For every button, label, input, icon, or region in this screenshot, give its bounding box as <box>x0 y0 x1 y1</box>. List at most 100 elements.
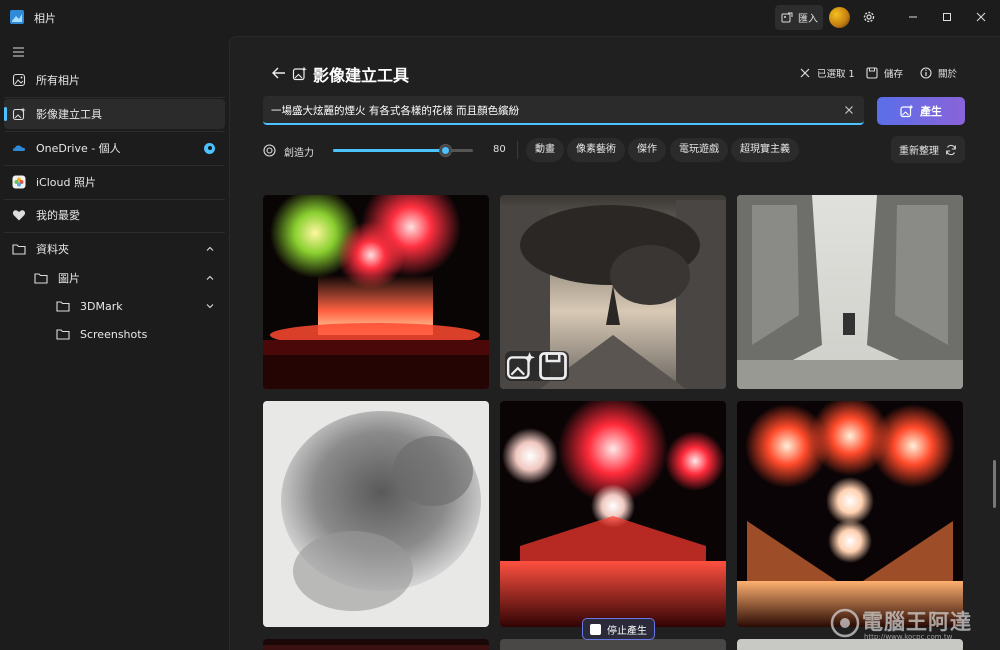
creativity-slider[interactable] <box>333 144 473 157</box>
sidebar-item-label: Screenshots <box>80 327 148 341</box>
generate-label: 產生 <box>920 105 942 118</box>
watermark-text: 電腦王阿達 <box>862 610 972 634</box>
folder-icon <box>12 244 26 255</box>
watermark-url: http://www.kocpc.com.tw <box>864 633 953 641</box>
sidebar-item-label: 所有相片 <box>36 74 80 87</box>
stop-generating-button[interactable]: 停止產生 <box>582 618 655 640</box>
divider <box>4 131 225 132</box>
folder-icon <box>34 273 48 284</box>
sidebar-item-label: iCloud 照片 <box>36 176 96 189</box>
style-chip-surrealism[interactable]: 超現實主義 <box>731 138 799 162</box>
generated-image-1[interactable] <box>263 195 489 389</box>
sidebar-item-label: 我的最愛 <box>36 209 80 222</box>
sidebar-item-image-creator[interactable]: 影像建立工具 <box>4 99 225 129</box>
sidebar-item-onedrive[interactable]: OneDrive - 個人 <box>4 133 225 163</box>
generated-image-8[interactable] <box>500 639 726 650</box>
sidebar-item-icloud[interactable]: iCloud 照片 <box>4 167 225 197</box>
sidebar-item-label: OneDrive - 個人 <box>36 142 121 155</box>
chevron-up-icon[interactable] <box>205 244 215 254</box>
folder-icon <box>56 301 70 312</box>
prompt-field[interactable] <box>263 96 864 125</box>
close-icon <box>800 68 810 78</box>
style-chip-video-game[interactable]: 電玩遊戲 <box>670 138 728 162</box>
photo-icon <box>12 73 26 87</box>
generated-image-5[interactable] <box>500 401 726 627</box>
save-button[interactable]: 儲存 <box>866 66 903 80</box>
image-sparkle-icon <box>900 104 914 118</box>
generated-image-6[interactable] <box>737 401 963 627</box>
image-creator-icon <box>12 107 26 121</box>
sync-status-badge <box>204 142 215 154</box>
generated-image-3[interactable] <box>737 195 963 389</box>
icloud-photos-icon <box>12 175 26 189</box>
photos-app-icon <box>10 10 24 24</box>
save-label: 儲存 <box>884 69 904 80</box>
user-avatar[interactable] <box>829 7 850 28</box>
sidebar-item-screenshots[interactable]: Screenshots <box>4 319 225 349</box>
generate-button[interactable]: 產生 <box>877 97 965 125</box>
chevron-up-icon[interactable] <box>205 273 215 283</box>
divider <box>4 165 225 166</box>
creativity-value: 80 <box>493 144 506 155</box>
deselect-button[interactable]: 已選取 1 <box>799 66 855 80</box>
sidebar-item-favorites[interactable]: 我的最愛 <box>4 200 225 230</box>
sidebar-item-folders[interactable]: 資料夾 <box>4 234 225 264</box>
style-chip-pixel-art[interactable]: 像素藝術 <box>567 138 625 162</box>
close-window-button[interactable] <box>974 10 988 24</box>
image-creator-icon <box>292 66 307 81</box>
sidebar: 所有相片 影像建立工具 OneDrive - 個人 iCloud 照片 我的最愛… <box>0 34 230 650</box>
image-creator-icon[interactable] <box>505 351 537 381</box>
sidebar-item-all-photos[interactable]: 所有相片 <box>4 65 225 95</box>
image-creator-panel: 影像建立工具 已選取 1 儲存 關於 產生 創造力 <box>229 36 1000 650</box>
divider <box>4 97 225 98</box>
minimize-icon <box>909 16 917 18</box>
creativity-icon <box>263 144 276 157</box>
gear-icon[interactable] <box>862 10 876 24</box>
app-title: 相片 <box>34 12 56 25</box>
generated-image-7[interactable] <box>263 639 489 650</box>
close-icon <box>976 12 986 22</box>
clear-icon[interactable] <box>844 105 854 115</box>
creativity-slider-thumb[interactable] <box>438 144 452 157</box>
save-icon <box>866 67 878 79</box>
sidebar-item-label: 圖片 <box>58 272 80 285</box>
watermark-logo-icon <box>830 608 860 638</box>
scrollbar-thumb[interactable] <box>993 460 996 508</box>
creativity-slider-fill <box>333 149 445 152</box>
about-button[interactable]: 關於 <box>920 66 957 80</box>
style-chip-anime[interactable]: 動畫 <box>526 138 564 162</box>
maximize-button[interactable] <box>940 10 954 24</box>
sidebar-item-3dmark[interactable]: 3DMark <box>4 291 225 321</box>
stop-icon <box>590 623 601 635</box>
sidebar-item-pictures[interactable]: 圖片 <box>4 263 225 293</box>
page-title: 影像建立工具 <box>313 66 410 85</box>
watermark: 電腦王阿達 http://www.kocpc.com.tw <box>828 600 996 646</box>
divider <box>4 232 225 233</box>
hamburger-menu-icon[interactable] <box>12 46 26 58</box>
back-arrow-icon[interactable] <box>271 65 287 81</box>
onedrive-cloud-icon <box>13 145 25 151</box>
divider <box>517 141 518 159</box>
import-label: 匯入 <box>798 14 818 25</box>
generated-image-2[interactable] <box>500 195 726 389</box>
style-chip-masterpiece[interactable]: 傑作 <box>628 138 666 162</box>
chevron-down-icon[interactable] <box>205 301 215 311</box>
refresh-button[interactable]: 重新整理 <box>891 136 965 163</box>
about-label: 關於 <box>938 69 958 80</box>
folder-icon <box>56 329 70 340</box>
maximize-icon <box>943 13 951 21</box>
prompt-input[interactable] <box>271 100 831 120</box>
stop-label: 停止產生 <box>607 625 647 637</box>
import-button[interactable]: 匯入 <box>775 5 823 30</box>
creativity-label: 創造力 <box>284 148 314 159</box>
minimize-button[interactable] <box>906 10 920 24</box>
sidebar-item-label: 3DMark <box>80 299 123 313</box>
sidebar-item-label: 影像建立工具 <box>36 108 102 121</box>
save-icon[interactable] <box>537 351 569 381</box>
image-hover-actions <box>505 351 569 381</box>
selected-count-label: 已選取 1 <box>817 69 855 80</box>
generated-image-4[interactable] <box>263 401 489 627</box>
refresh-icon <box>946 144 956 155</box>
title-bar: 相片 匯入 <box>0 0 1000 34</box>
heart-icon <box>12 210 26 221</box>
